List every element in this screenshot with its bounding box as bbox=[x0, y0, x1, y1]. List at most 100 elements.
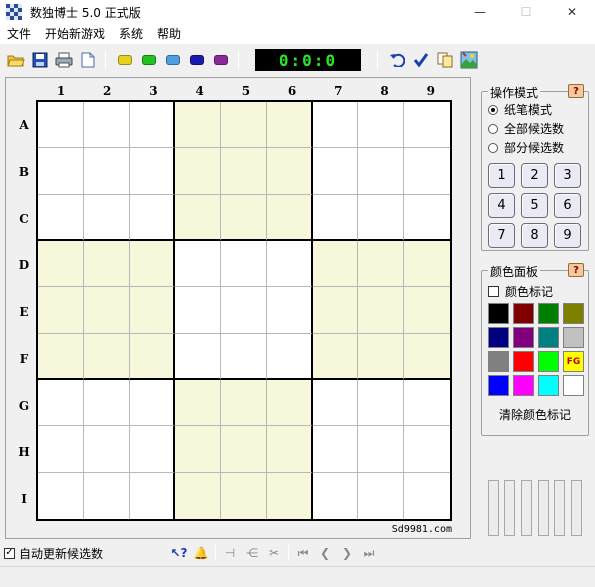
sudoku-cell[interactable] bbox=[404, 426, 450, 473]
sudoku-cell[interactable] bbox=[175, 148, 222, 195]
sudoku-cell[interactable] bbox=[266, 426, 313, 473]
sudoku-cell[interactable] bbox=[38, 102, 84, 149]
color-swatch[interactable] bbox=[513, 375, 534, 396]
tree-branch-icon[interactable]: ⋲ bbox=[241, 543, 263, 563]
light-blue-gem-icon[interactable] bbox=[162, 49, 184, 71]
sudoku-cell[interactable] bbox=[266, 102, 313, 149]
sudoku-cell[interactable] bbox=[404, 380, 450, 427]
sudoku-cell[interactable] bbox=[221, 333, 267, 380]
number-button-8[interactable]: 8 bbox=[521, 223, 548, 248]
number-button-7[interactable]: 7 bbox=[488, 223, 515, 248]
copy-icon[interactable] bbox=[434, 49, 456, 71]
sudoku-cell[interactable] bbox=[129, 426, 176, 473]
bell-icon[interactable]: 🔔 bbox=[190, 543, 212, 563]
sudoku-cell[interactable] bbox=[404, 195, 450, 241]
sudoku-cell[interactable] bbox=[175, 240, 222, 288]
sudoku-cell[interactable] bbox=[221, 472, 267, 519]
clear-color-marks-button[interactable]: 清除颜色标记 bbox=[482, 406, 588, 423]
sudoku-cell[interactable] bbox=[312, 240, 359, 288]
sudoku-cell[interactable] bbox=[83, 379, 130, 427]
sudoku-cell[interactable] bbox=[266, 472, 313, 519]
menu-system[interactable]: 系统 bbox=[112, 24, 150, 44]
sudoku-cell[interactable] bbox=[175, 379, 222, 427]
color-swatch[interactable] bbox=[563, 327, 584, 348]
next-step-icon[interactable]: ❯ bbox=[336, 543, 358, 563]
color-swatch[interactable] bbox=[538, 375, 559, 396]
number-button-1[interactable]: 1 bbox=[488, 163, 515, 188]
sudoku-cell[interactable] bbox=[83, 287, 130, 334]
sudoku-cell[interactable] bbox=[175, 194, 222, 241]
sudoku-cell[interactable] bbox=[38, 472, 84, 519]
menu-file[interactable]: 文件 bbox=[0, 24, 38, 44]
sudoku-cell[interactable] bbox=[83, 240, 130, 288]
sudoku-cell[interactable] bbox=[129, 240, 176, 288]
sudoku-cell[interactable] bbox=[358, 148, 405, 195]
color-swatch[interactable]: FG bbox=[563, 351, 584, 372]
maximize-button[interactable]: ☐ bbox=[503, 0, 549, 24]
sudoku-cell[interactable] bbox=[129, 102, 176, 149]
sudoku-cell[interactable] bbox=[221, 379, 267, 427]
color-swatch[interactable] bbox=[538, 327, 559, 348]
sudoku-cell[interactable] bbox=[175, 102, 222, 149]
radio-button[interactable] bbox=[488, 123, 498, 134]
prev-step-icon[interactable]: ❮ bbox=[314, 543, 336, 563]
mode-option-all-candidates[interactable]: 全部候选数 bbox=[482, 119, 588, 138]
sudoku-cell[interactable] bbox=[175, 287, 222, 334]
sudoku-cell[interactable] bbox=[38, 333, 84, 380]
sudoku-cell[interactable] bbox=[266, 148, 313, 195]
sudoku-cell[interactable] bbox=[358, 240, 405, 288]
number-button-3[interactable]: 3 bbox=[554, 163, 581, 188]
sudoku-cell[interactable] bbox=[404, 148, 450, 195]
tree-node-icon[interactable]: ⊣ bbox=[219, 543, 241, 563]
color-swatch[interactable] bbox=[513, 351, 534, 372]
sudoku-cell[interactable] bbox=[313, 472, 359, 519]
open-folder-icon[interactable] bbox=[5, 49, 27, 71]
radio-button[interactable] bbox=[488, 142, 498, 153]
color-swatch[interactable] bbox=[488, 375, 509, 396]
sudoku-cell[interactable] bbox=[358, 102, 405, 149]
auto-update-label[interactable]: 自动更新候选数 bbox=[19, 545, 103, 562]
sudoku-cell[interactable] bbox=[129, 194, 176, 241]
sudoku-cell[interactable] bbox=[312, 333, 359, 380]
sudoku-cell[interactable] bbox=[175, 333, 222, 380]
last-step-icon[interactable]: ⏭ bbox=[358, 543, 380, 563]
sudoku-cell[interactable] bbox=[358, 472, 405, 519]
sudoku-cell[interactable] bbox=[404, 240, 450, 288]
sudoku-cell[interactable] bbox=[84, 472, 130, 519]
sudoku-cell[interactable] bbox=[38, 194, 84, 241]
first-step-icon[interactable]: ⏮ bbox=[292, 543, 314, 563]
color-help-button[interactable]: ? bbox=[568, 263, 584, 277]
color-swatch[interactable] bbox=[563, 303, 584, 324]
sudoku-cell[interactable] bbox=[358, 379, 405, 427]
sudoku-cell[interactable] bbox=[266, 333, 313, 380]
minimize-button[interactable]: — bbox=[457, 0, 503, 24]
color-swatch[interactable] bbox=[488, 351, 509, 372]
sudoku-cell[interactable] bbox=[83, 426, 130, 473]
sudoku-cell[interactable] bbox=[404, 287, 450, 334]
sudoku-cell[interactable] bbox=[404, 102, 450, 149]
number-button-4[interactable]: 4 bbox=[488, 193, 515, 218]
sudoku-cell[interactable] bbox=[266, 194, 313, 241]
sudoku-cell[interactable] bbox=[404, 333, 450, 380]
sudoku-cell[interactable] bbox=[175, 472, 222, 519]
sudoku-cell[interactable] bbox=[38, 287, 84, 334]
new-page-icon[interactable] bbox=[77, 49, 99, 71]
color-swatch[interactable] bbox=[488, 303, 509, 324]
check-icon[interactable] bbox=[410, 49, 432, 71]
mode-option-partial-candidates[interactable]: 部分候选数 bbox=[482, 138, 588, 157]
sudoku-cell[interactable] bbox=[129, 379, 176, 427]
color-swatch[interactable] bbox=[538, 303, 559, 324]
color-mark-checkbox[interactable] bbox=[488, 285, 499, 297]
sudoku-cell[interactable] bbox=[312, 102, 359, 149]
color-swatch[interactable] bbox=[563, 375, 584, 396]
color-swatch[interactable] bbox=[488, 327, 509, 348]
hint-icon[interactable]: ↖? bbox=[168, 543, 190, 563]
sudoku-cell[interactable] bbox=[312, 148, 359, 195]
blue-gem-icon[interactable] bbox=[186, 49, 208, 71]
sudoku-cell[interactable] bbox=[38, 148, 84, 195]
number-button-6[interactable]: 6 bbox=[554, 193, 581, 218]
sudoku-cell[interactable] bbox=[312, 194, 359, 241]
sudoku-cell[interactable] bbox=[83, 102, 130, 149]
sudoku-cell[interactable] bbox=[266, 287, 313, 334]
sudoku-cell[interactable] bbox=[312, 426, 359, 473]
